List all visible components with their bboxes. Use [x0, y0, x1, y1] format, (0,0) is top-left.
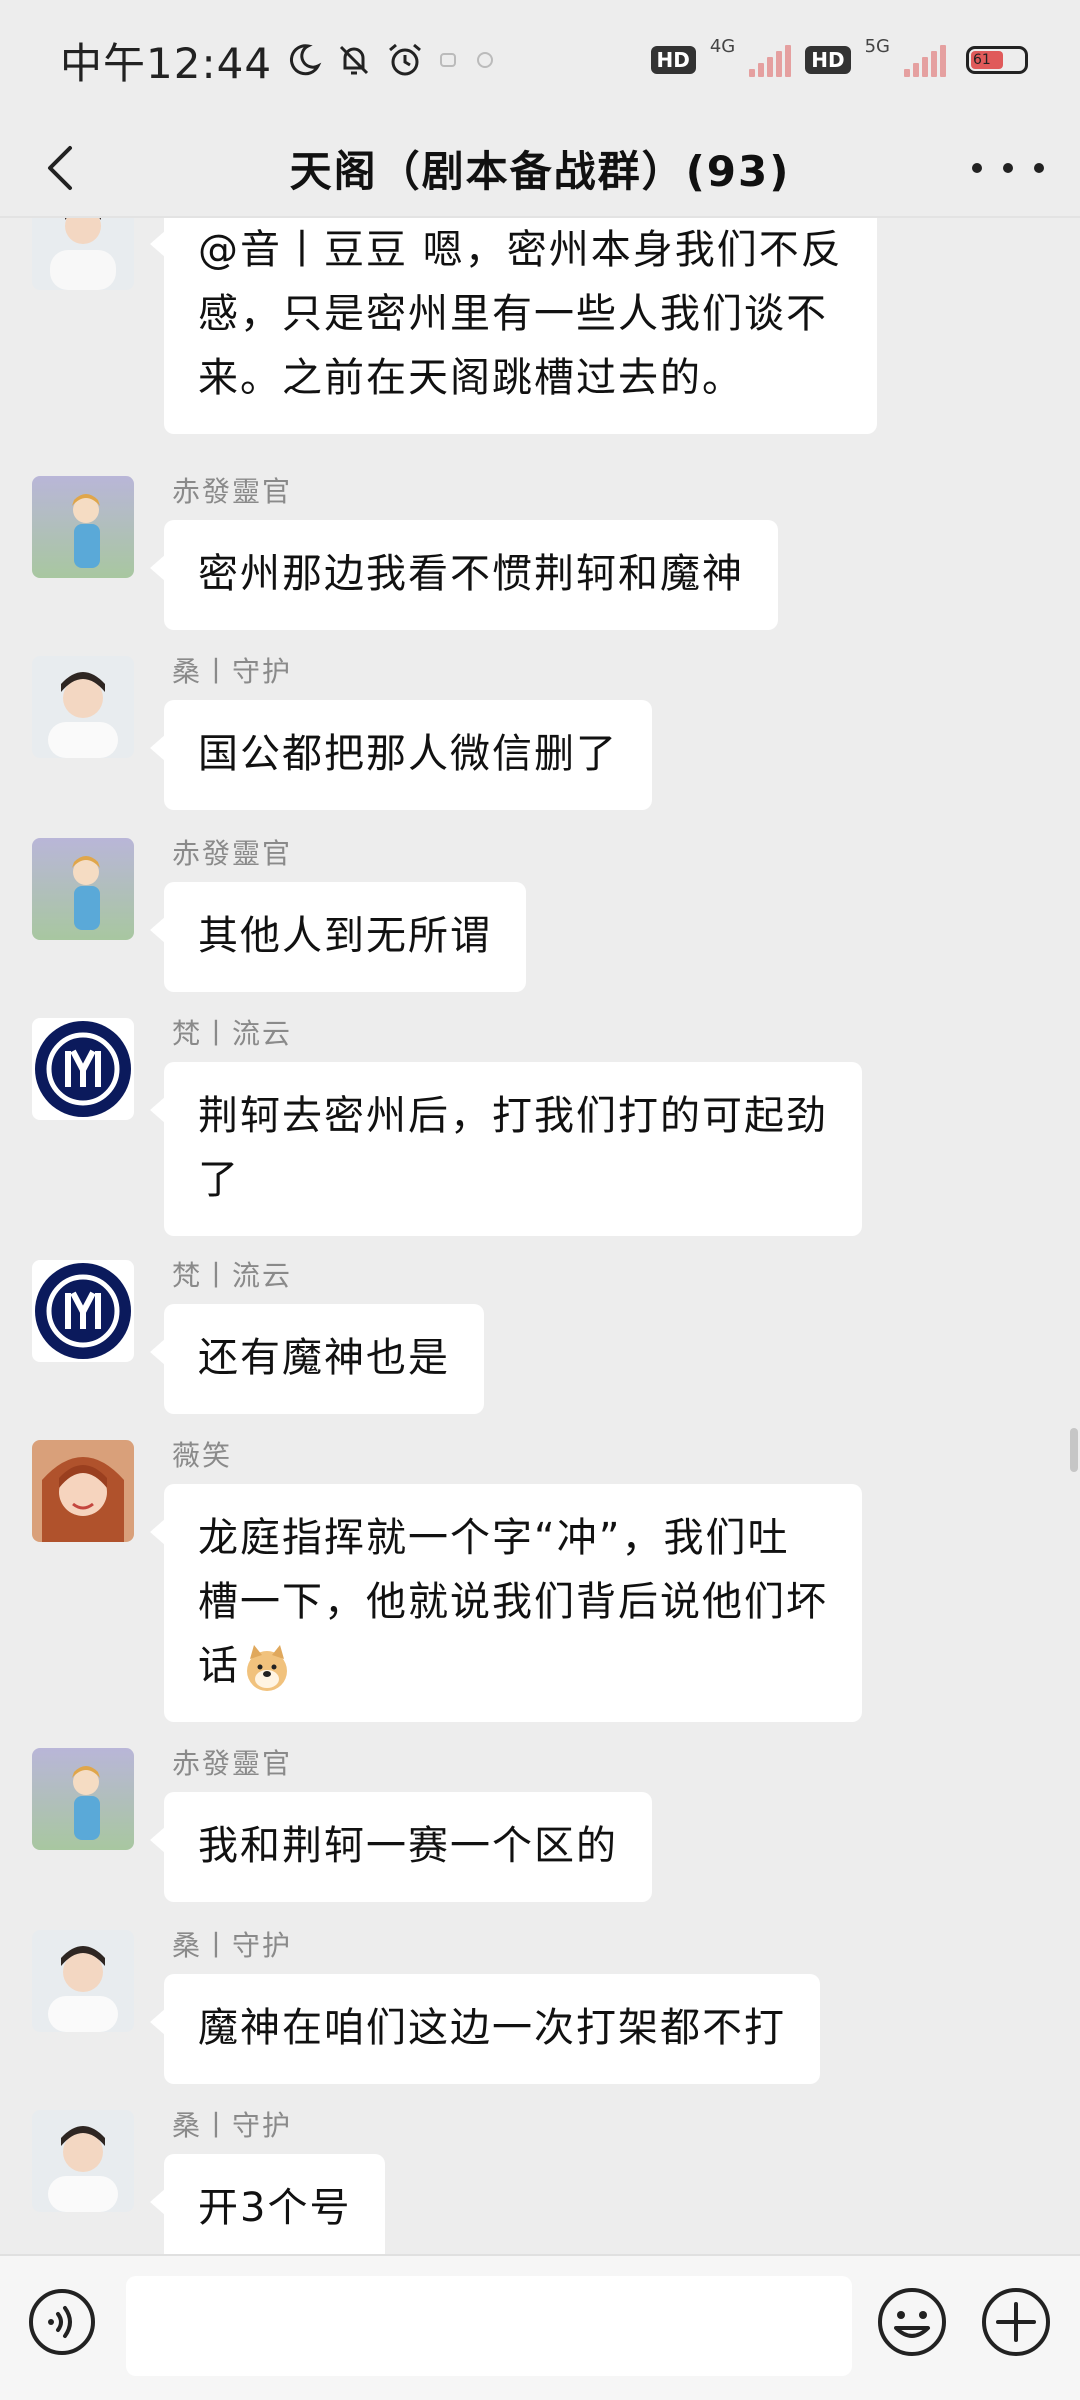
avatar[interactable]	[32, 838, 134, 940]
sender-name: 赤發靈官	[172, 1747, 293, 1780]
alarm-icon	[386, 41, 424, 79]
message-text: 开3个号	[198, 2185, 352, 2231]
message-bubble[interactable]: 国公都把那人微信删了	[150, 700, 652, 810]
moon-icon	[286, 42, 322, 78]
avatar[interactable]	[32, 656, 134, 758]
chevron-left-icon	[48, 146, 72, 190]
title-bar: 天阁（剧本备战群）(93)	[0, 120, 1080, 216]
message-bubble[interactable]: 还有魔神也是	[150, 1304, 484, 1414]
message-text: 槽一下，他就说我们背后说他们坏	[198, 1579, 828, 1625]
back-button[interactable]	[30, 138, 90, 198]
battery-level: 61	[971, 51, 1003, 69]
message-list[interactable]: @音丨豆豆 嗯，密州本身我们不反 感，只是密州里有一些人我们谈不 来。之前在天阁…	[0, 218, 1080, 2254]
notification-icon	[474, 49, 496, 71]
emoji-icon	[878, 2288, 946, 2356]
message-text: 我和荆轲一赛一个区的	[198, 1823, 618, 1869]
signal-icon	[904, 43, 946, 77]
message-text: 感，只是密州里有一些人我们谈不	[198, 291, 828, 337]
chat-title: 天阁（剧本备战群）(93)	[289, 146, 791, 196]
sender-name: 桑丨守护	[172, 1929, 293, 1962]
sender-name: 薇笑	[172, 1439, 233, 1472]
message-text: 还有魔神也是	[198, 1335, 450, 1381]
message-bubble[interactable]: 龙庭指挥就一个字“冲”，我们吐 槽一下，他就说我们背后说他们坏 话	[150, 1484, 862, 1722]
message-bubble[interactable]: 荆轲去密州后，打我们打的可起劲 了	[150, 1062, 862, 1236]
avatar[interactable]	[32, 1260, 134, 1362]
avatar[interactable]	[32, 1748, 134, 1850]
more-button[interactable]	[972, 142, 1044, 194]
message-text: 国公都把那人微信删了	[198, 731, 618, 777]
battery-icon: 61	[966, 46, 1028, 74]
emoji-button[interactable]	[876, 2286, 948, 2358]
signal-icon	[749, 43, 792, 77]
more-dots-icon	[972, 163, 982, 173]
doge-emoji-icon	[247, 1645, 287, 1691]
message-bubble[interactable]: 我和荆轲一赛一个区的	[150, 1792, 652, 1902]
message-bubble[interactable]: @音丨豆豆 嗯，密州本身我们不反 感，只是密州里有一些人我们谈不 来。之前在天阁…	[150, 218, 877, 434]
avatar[interactable]	[32, 1930, 134, 2032]
message-bubble[interactable]: 密州那边我看不惯荆轲和魔神	[150, 520, 778, 630]
avatar[interactable]	[32, 1018, 134, 1120]
message-bubble[interactable]: 开3个号	[149, 2154, 386, 2254]
avatar[interactable]	[32, 1440, 134, 1542]
message-text: 荆轲去密州后，打我们打的可起劲	[198, 1093, 828, 1139]
avatar[interactable]	[32, 218, 134, 290]
sender-name: 桑丨守护	[172, 655, 293, 688]
input-bar	[0, 2254, 1080, 2400]
message-text: 其他人到无所谓	[198, 913, 492, 959]
scrollbar[interactable]	[1070, 1428, 1078, 1472]
voice-button[interactable]	[26, 2286, 98, 2358]
add-button[interactable]	[980, 2286, 1052, 2358]
chat-screen: 中午12:44 HD 4G HD 5G 61 天阁（剧本备战群）(93) @音丨…	[0, 0, 1080, 2400]
message-bubble[interactable]: 其他人到无所谓	[150, 882, 526, 992]
voice-icon	[29, 2289, 95, 2355]
more-dots-icon	[1003, 163, 1013, 173]
more-dots-icon	[1034, 163, 1044, 173]
message-text: @音丨豆豆 嗯，密州本身我们不反	[198, 227, 843, 273]
sender-name: 梵丨流云	[172, 1017, 293, 1050]
message-text: 话	[198, 1634, 828, 1698]
message-text: 话	[198, 1643, 240, 1689]
message-text: 魔神在咱们这边一次打架都不打	[198, 2005, 786, 2051]
plus-icon	[982, 2288, 1050, 2356]
sender-name: 桑丨守护	[172, 2109, 293, 2142]
hd-badge: HD	[650, 46, 696, 74]
network-type: 5G	[864, 35, 890, 57]
sender-name: 赤發靈官	[172, 475, 293, 508]
hd-badge: HD	[805, 46, 851, 74]
message-text: 密州那边我看不惯荆轲和魔神	[198, 551, 744, 597]
network-type: 4G	[709, 35, 736, 57]
message-bubble[interactable]: 魔神在咱们这边一次打架都不打	[150, 1974, 820, 2084]
status-bar: 中午12:44 HD 4G HD 5G 61	[0, 0, 1080, 120]
avatar[interactable]	[32, 2110, 134, 2212]
message-text: 来。之前在天阁跳槽过去的。	[198, 355, 744, 401]
status-time: 中午12:44	[60, 38, 273, 88]
notification-icon	[438, 49, 460, 71]
sender-name: 梵丨流云	[172, 1259, 293, 1292]
mute-bell-icon	[336, 42, 372, 78]
sender-name: 赤發靈官	[172, 837, 293, 870]
avatar[interactable]	[32, 476, 134, 578]
message-text: 龙庭指挥就一个字“冲”，我们吐	[198, 1515, 790, 1561]
message-text: 了	[198, 1157, 240, 1203]
message-input[interactable]	[126, 2276, 852, 2376]
